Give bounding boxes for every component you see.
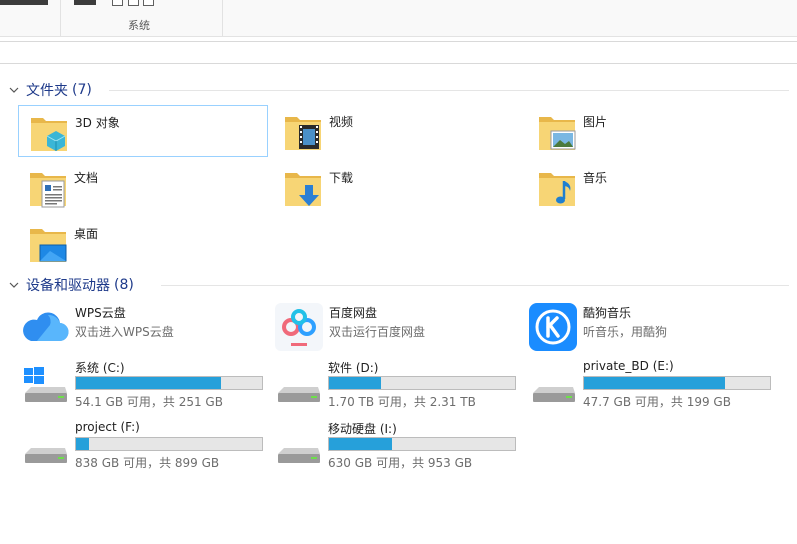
videos-folder-icon [285,117,321,150]
hard-drive-icon [278,387,320,402]
pictures-folder-icon [539,117,576,150]
drive-name: private_BD (E:) [583,359,674,373]
app-name: 酷狗音乐 [583,306,632,320]
drive-d[interactable]: 软件 (D:) 1.70 TB 可用，共 2.31 TB [275,360,525,416]
devices-section-header[interactable]: 设备和驱动器 (8) [9,275,789,295]
drive-usage-fill [584,377,726,389]
ribbon-divider [222,0,223,36]
drive-usage-bar [75,376,263,390]
drive-usage-bar [328,437,516,451]
drive-usage-fill [76,438,90,450]
drive-usage-bar [75,437,263,451]
section-count: (7) [72,82,92,98]
drive-i[interactable]: 移动硬盘 (I:) 630 GB 可用，共 953 GB [275,421,525,477]
app-name: WPS云盘 [75,306,126,320]
folder-name: 桌面 [74,227,99,241]
kugou-music-icon [529,303,577,351]
section-title: 文件夹 [26,83,68,99]
folder-name: 视频 [329,115,354,129]
ribbon-button-fragment[interactable] [74,0,96,5]
address-bar[interactable] [0,41,797,64]
desktop-folder-icon [30,229,67,262]
app-kugou-music[interactable]: 酷狗音乐 听音乐，用酷狗 [529,303,779,351]
folder-pictures[interactable]: 图片 [527,105,777,157]
app-subtitle: 双击进入WPS云盘 [75,325,174,339]
drive-name: 软件 (D:) [328,361,379,375]
folder-documents[interactable]: 文档 [18,161,268,213]
drive-usage-fill [329,377,382,389]
windows-drive-icon [24,367,67,402]
folders-section-header[interactable]: 文件夹 (7) [9,80,789,100]
ribbon-text-fragment [0,0,48,5]
ribbon: 系统 [0,0,797,37]
drive-free-space: 838 GB 可用，共 899 GB [75,456,220,470]
downloads-folder-icon [285,173,321,206]
ribbon-divider [60,0,61,36]
wps-cloud-icon [23,312,69,342]
folder-name: 3D 对象 [75,116,120,130]
drive-c[interactable]: 系统 (C:) 54.1 GB 可用，共 251 GB [22,360,272,416]
ribbon-group-label: 系统 [128,19,150,32]
ribbon-mini-icon[interactable] [112,0,123,6]
folder-videos[interactable]: 视频 [273,105,523,157]
app-baidu-netdisk[interactable]: 百度网盘 双击运行百度网盘 [275,303,525,351]
drive-usage-bar [328,376,516,390]
drive-usage-fill [329,438,393,450]
app-subtitle: 听音乐，用酷狗 [583,325,668,339]
folder-name: 音乐 [583,171,608,185]
section-title: 设备和驱动器 [26,278,110,294]
drive-e[interactable]: private_BD (E:) 47.7 GB 可用，共 199 GB [530,359,780,416]
3d-objects-folder-icon [31,118,67,151]
app-wps-cloud[interactable]: WPS云盘 双击进入WPS云盘 [21,303,271,351]
drive-free-space: 1.70 TB 可用，共 2.31 TB [328,395,476,409]
chevron-down-icon[interactable] [9,85,19,95]
folder-name: 下载 [329,171,354,185]
app-subtitle: 双击运行百度网盘 [329,325,426,339]
hard-drive-icon [278,448,320,463]
drive-name: project (F:) [75,420,140,434]
section-divider [109,90,789,91]
hard-drive-icon [533,387,575,402]
folder-3d-objects[interactable]: 3D 对象 [18,105,268,157]
folder-name: 图片 [583,115,608,129]
baidu-netdisk-icon [275,303,323,351]
section-divider [161,285,789,286]
drive-free-space: 54.1 GB 可用，共 251 GB [75,395,223,409]
drive-name: 系统 (C:) [75,361,125,375]
drive-free-space: 630 GB 可用，共 953 GB [328,456,473,470]
drive-usage-bar [583,376,771,390]
documents-folder-icon [30,173,66,208]
section-count: (8) [114,277,134,293]
drive-f[interactable]: project (F:) 838 GB 可用，共 899 GB [22,420,272,477]
music-folder-icon [539,173,575,206]
hard-drive-icon [25,448,67,463]
folder-name: 文档 [74,171,99,185]
drive-name: 移动硬盘 (I:) [328,422,397,436]
folder-music[interactable]: 音乐 [527,161,777,213]
app-name: 百度网盘 [329,306,378,320]
ribbon-mini-icon[interactable] [128,0,139,6]
drive-free-space: 47.7 GB 可用，共 199 GB [583,395,731,409]
chevron-down-icon[interactable] [9,280,19,290]
drive-usage-fill [76,377,222,389]
ribbon-mini-icon[interactable] [143,0,154,6]
folder-desktop[interactable]: 桌面 [18,217,268,269]
folder-downloads[interactable]: 下载 [273,161,523,213]
